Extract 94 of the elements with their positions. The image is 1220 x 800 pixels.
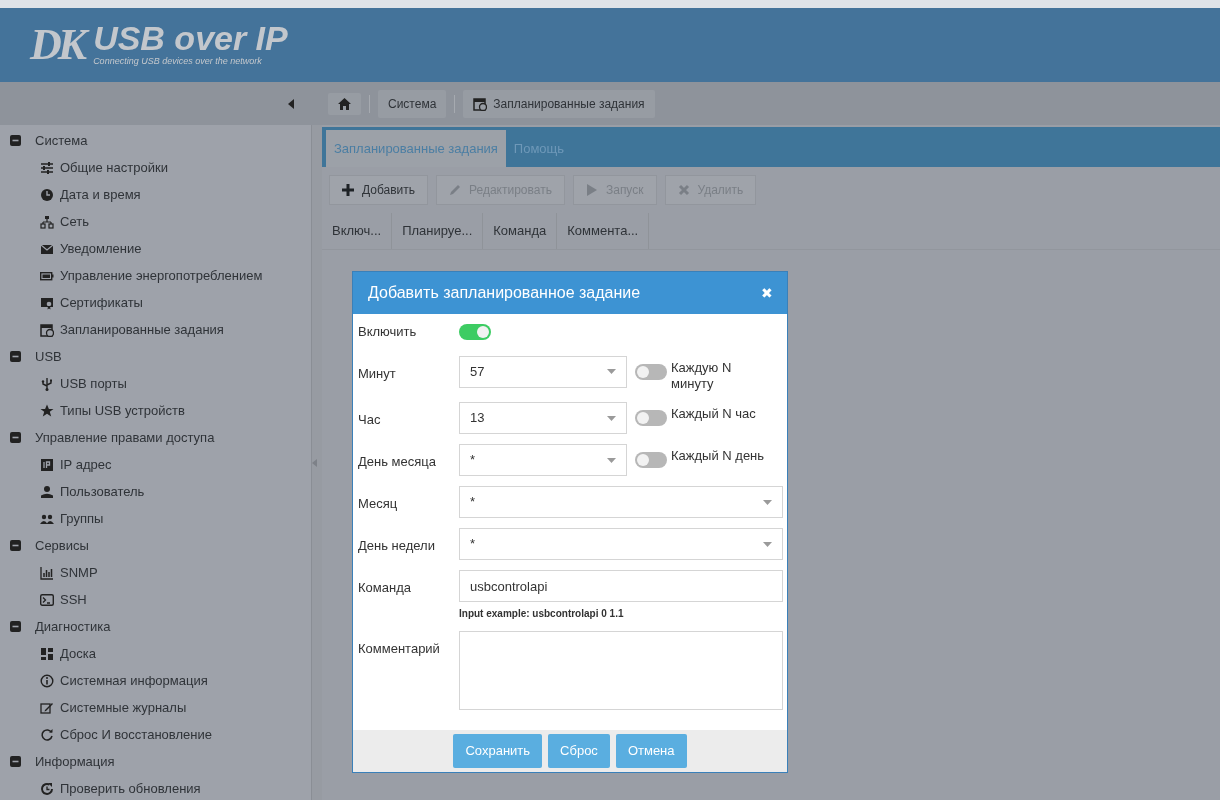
sidebar-group[interactable]: Информация [0,748,311,775]
column-header[interactable]: Коммента... [557,213,650,249]
play-icon [585,184,598,196]
field-label: Комментарий [358,640,441,658]
toolbar-button[interactable]: Добавить [329,175,429,205]
info-icon [40,673,54,688]
bar-chart-icon [40,565,54,580]
app-title: USB over IP [93,21,288,56]
sidebar-item[interactable]: SSH [0,586,311,613]
collapse-icon[interactable] [288,98,294,109]
sidebar-item[interactable]: Управление энергопотреблением [0,262,311,289]
toggle-switch[interactable] [635,363,667,380]
caret-icon [763,499,772,505]
collapse-icon [10,351,21,362]
sidebar-item[interactable]: Сертификаты [0,289,311,316]
sidebar-item[interactable]: Системные журналы [0,694,311,721]
calendar-clock-icon [473,96,488,111]
app-subtitle: Connecting USB devices over the network [93,55,263,69]
sidebar-group[interactable]: USB [0,343,311,370]
sidebar-item[interactable]: IP адрес [0,451,311,478]
sidebar-item[interactable]: Сброс И восстановление [0,721,311,748]
caret-icon [763,541,772,547]
plus-icon [342,184,354,196]
toggle-switch[interactable] [635,410,667,426]
sidebar-item[interactable]: Общие настройки [0,154,311,181]
select-field[interactable]: * [459,486,783,518]
collapse-icon [10,540,21,551]
pencil-icon [449,184,462,196]
sidebar-item[interactable]: Проверить обновления [0,775,311,800]
toggle-label: Каждый N день [671,447,766,465]
close-button[interactable]: ✖ [761,282,773,304]
sidebar-group[interactable]: Система [0,127,311,154]
sidebar-item[interactable]: SNMP [0,559,311,586]
star-icon [40,403,54,418]
help-text: Input example: usbcontrolapi 0 1.1 [459,607,625,621]
sidebar-item[interactable]: USB порты [0,370,311,397]
usb-icon [40,376,54,391]
sidebar-item[interactable]: Доска [0,640,311,667]
sidebar-group[interactable]: Сервисы [0,532,311,559]
field-label: День месяца [358,453,437,471]
field-label: Включить [358,323,418,341]
refresh-icon [40,727,54,742]
user-icon [40,484,54,499]
home-icon [338,97,351,110]
dialog-title: Добавить запланированное задание [368,283,641,303]
field-label: Минут [358,364,397,383]
cross-icon [677,184,690,196]
collapse-icon [10,432,21,443]
update-icon [40,781,54,796]
toggle-label: Каждую N минуту [671,358,733,392]
caret-icon [607,369,616,374]
sidebar-group[interactable]: Управление правами доступа [0,424,311,451]
caret-icon [607,415,616,421]
network-icon [40,214,54,229]
breadcrumb-item[interactable]: Запланированные задания [463,89,655,118]
sidebar-group[interactable]: Диагностика [0,613,311,640]
field-label: Час [358,411,382,429]
breadcrumb-item[interactable]: Система [378,89,447,118]
certificate-icon [40,295,54,310]
caret-icon [607,457,616,463]
dashboard-icon [40,646,54,661]
toggle-switch[interactable] [635,452,667,468]
toggle-label: Каждый N час [671,405,757,423]
sidebar-item[interactable]: Системная информация [0,667,311,694]
sidebar-item[interactable]: Типы USB устройств [0,397,311,424]
select-field[interactable]: 57 [459,355,627,388]
column-header[interactable]: Команда [483,213,558,249]
select-field[interactable]: 13 [459,402,627,434]
sliders-icon [40,160,54,175]
edit-icon [40,700,54,715]
sidebar-item[interactable]: Запланированные задания [0,316,311,343]
collapse-icon [10,756,21,767]
column-header[interactable]: Включ... [322,213,393,249]
calendar-clock-icon [40,322,54,337]
home-button[interactable] [328,92,361,115]
toggle-switch[interactable] [459,323,491,340]
field-label: Месяц [358,495,399,513]
sidebar-item[interactable]: Пользователь [0,478,311,505]
clock-icon [40,187,54,202]
column-header[interactable]: Планируе... [392,213,484,249]
ip-icon [40,457,54,472]
sidebar-item[interactable]: Сеть [0,208,311,235]
sidebar-item[interactable]: Дата и время [0,181,311,208]
collapse-icon [10,135,21,146]
comment-field[interactable] [459,631,783,710]
sidebar-item[interactable]: Группы [0,505,311,532]
terminal-icon [40,592,54,607]
collapse-icon [10,621,21,632]
select-field[interactable]: * [459,444,627,476]
field-label: Команда [358,579,412,597]
field-label: День недели [358,537,436,555]
select-field[interactable]: * [459,528,783,560]
text-field[interactable]: usbcontrolapi [459,570,783,602]
sidebar-item[interactable]: Уведомление [0,235,311,262]
